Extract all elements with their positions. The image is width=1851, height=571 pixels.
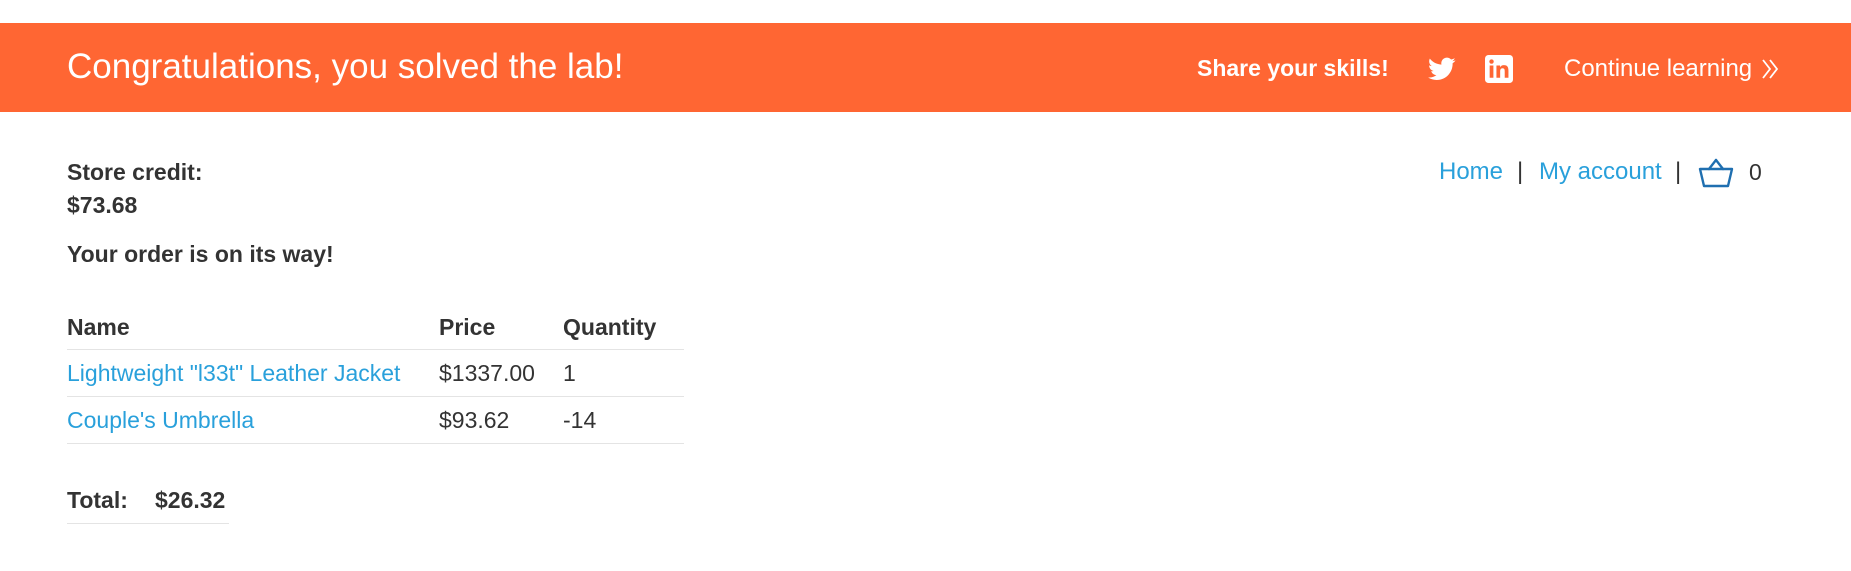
- lab-solved-banner: Congratulations, you solved the lab! Sha…: [0, 23, 1851, 112]
- double-chevron-right-icon[interactable]: [1761, 56, 1779, 82]
- order-confirmation-message: Your order is on its way!: [67, 241, 334, 267]
- column-header-quantity: Quantity: [563, 314, 657, 340]
- banner-title: Congratulations, you solved the lab!: [67, 47, 624, 86]
- table-divider: [67, 443, 684, 444]
- table-divider: [67, 396, 684, 397]
- store-credit-value: $73.68: [67, 192, 138, 218]
- share-skills-label: Share your skills!: [1197, 55, 1389, 81]
- product-quantity: -14: [563, 407, 597, 433]
- continue-learning-link[interactable]: Continue learning: [1564, 55, 1752, 83]
- column-header-name: Name: [67, 314, 130, 340]
- cart-count: 0: [1749, 159, 1762, 185]
- product-link[interactable]: Lightweight "l33t" Leather Jacket: [67, 359, 400, 387]
- linkedin-icon[interactable]: [1485, 55, 1513, 83]
- product-price: $1337.00: [439, 360, 535, 386]
- column-header-price: Price: [439, 314, 496, 340]
- twitter-icon[interactable]: [1427, 55, 1457, 83]
- total-label: Total:: [67, 487, 128, 513]
- product-link[interactable]: Couple's Umbrella: [67, 406, 254, 434]
- home-link[interactable]: Home: [1439, 157, 1503, 187]
- nav-separator: |: [1517, 158, 1524, 185]
- total-divider: [67, 523, 229, 524]
- total-value: $26.32: [155, 487, 226, 513]
- product-price: $93.62: [439, 407, 510, 433]
- table-divider: [67, 349, 684, 350]
- nav-separator: |: [1675, 158, 1682, 185]
- basket-icon[interactable]: [1698, 158, 1734, 188]
- my-account-link[interactable]: My account: [1539, 157, 1662, 187]
- product-quantity: 1: [563, 360, 576, 386]
- store-credit-label: Store credit:: [67, 159, 203, 185]
